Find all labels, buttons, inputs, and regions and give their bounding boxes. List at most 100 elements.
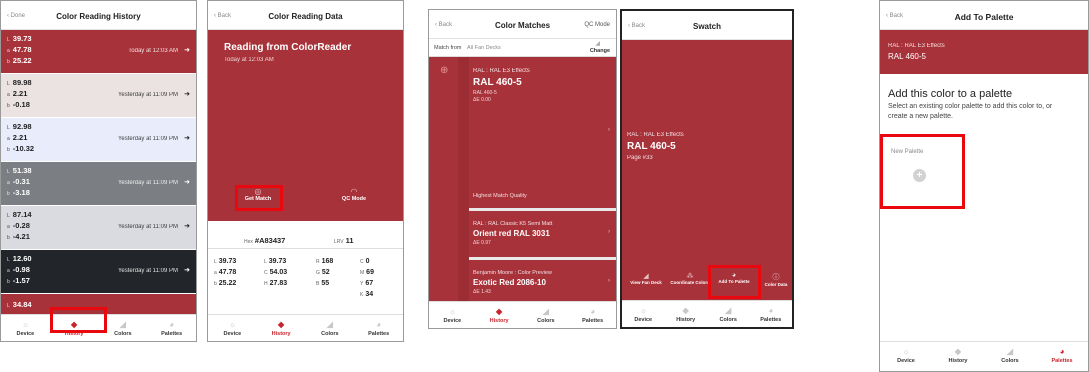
get-match-highlight (235, 185, 283, 211)
tab-label: Device (443, 318, 462, 324)
row-time: Yesterday at 11:09 PM (117, 136, 178, 142)
swatch-area: RAL : RAL E3 Effects RAL 460-5 Page #33 … (622, 40, 792, 306)
palette-icon: ◕ (376, 320, 382, 329)
coordinate-colors-button[interactable]: ⁂ Coordinate Colors (670, 272, 710, 286)
match-source: RAL : RAL E3 Effects (473, 68, 530, 74)
tab-history[interactable]: ◆ History (665, 301, 708, 327)
tab-label: History (489, 318, 509, 324)
history-row[interactable]: L 51.38 a -0.31 b -3.18 Yesterday at 11:09 PM ➜ (1, 162, 196, 205)
tab-palettes[interactable]: ◕ Palettes (147, 315, 196, 341)
view-fan-deck-button[interactable]: ◢ View Fan Deck (624, 272, 668, 285)
match-quality: Highest Match Quality (473, 193, 527, 199)
swatch-name: RAL 460-5 (627, 141, 676, 152)
tab-colors[interactable]: ◢ Colors (306, 315, 355, 341)
color-source: RAL : RAL E3 Effects (888, 43, 945, 49)
hex-value: #A83437 (254, 236, 286, 245)
tab-label: Palettes (161, 331, 183, 337)
match-item-1[interactable]: RAL : RAL E3 Effects RAL 460-5 RAL 460-5… (469, 57, 616, 208)
row-a-value: a -0.98 (7, 265, 30, 274)
match-delta-e: ΔE 1.43 (473, 289, 491, 295)
history-row[interactable]: L 39.73 a 47.78 b 25.22 Today at 12:03 AM ➜ (1, 30, 196, 73)
page-title: Color Reading Data (268, 12, 343, 21)
tab-history[interactable]: ◆ History (257, 315, 306, 341)
color-strip (458, 57, 469, 304)
tab-history[interactable]: ◆ History (932, 342, 984, 369)
sun-icon: ☼ (228, 320, 237, 329)
match-item-3[interactable]: Benjamin Moore : Color Preview Exotic Re… (469, 260, 616, 304)
row-time: Yesterday at 11:09 PM (117, 268, 178, 274)
row-b-value: b -0.18 (7, 100, 30, 109)
match-name: Exotic Red 2086-10 (473, 278, 546, 287)
match-code: RAL 460-5 (473, 90, 497, 96)
tab-label: Colors (537, 318, 555, 324)
match-delta-e: ΔE 0.00 (473, 97, 491, 103)
row-a-value: a 47.78 (7, 45, 32, 54)
value-cell: B 55 (316, 280, 330, 287)
tab-label: Palettes (760, 317, 782, 323)
value-cell: b 25.22 (214, 280, 237, 287)
divider (208, 248, 403, 249)
tab-colors[interactable]: ◢ Colors (523, 302, 570, 328)
row-a-value: a -0.31 (7, 177, 30, 186)
chevron-right-icon: › (608, 229, 610, 235)
row-a-value: a -0.28 (7, 221, 30, 230)
history-row[interactable]: L 92.98 a 2.21 b -10.32 Yesterday at 11:09 PM ➜ (1, 118, 196, 161)
chevron-right-icon: › (608, 127, 610, 133)
tab-device[interactable]: ☼ Device (1, 315, 50, 341)
row-b-value: b -1.57 (7, 276, 30, 285)
row-b-value: b -10.32 (7, 144, 35, 153)
row-b-value: b -3.18 (7, 188, 30, 197)
row-l-value: L 92.98 (7, 122, 32, 131)
swatch-source: RAL : RAL E3 Effects (627, 132, 684, 138)
info-icon: ⓘ (772, 274, 780, 281)
value-cell: L 39.73 (214, 258, 237, 265)
reading-data-screen: ‹ Back Color Reading Data Reading from C… (207, 0, 404, 342)
tab-label: Device (223, 331, 242, 337)
nav-bar: ‹ Back Color Reading Data (208, 1, 403, 30)
match-delta-e: ΔE 0.97 (473, 240, 491, 246)
fan-deck-icon: ◢ (725, 306, 732, 315)
tab-colors[interactable]: ◢ Colors (984, 342, 1036, 369)
value-cell: Y 67 (360, 280, 374, 287)
match-name: Orient red RAL 3031 (473, 229, 550, 238)
tab-device[interactable]: ☼ Device (880, 342, 932, 369)
history-row[interactable]: L 89.98 a 2.21 b -0.18 Yesterday at 11:09 PM ➜ (1, 74, 196, 117)
tab-device[interactable]: ☼ Device (429, 302, 476, 328)
palette-icon: ◕ (590, 307, 596, 316)
history-row[interactable]: L 87.14 a -0.28 b -4.21 Yesterday at 11:09 PM ➜ (1, 206, 196, 249)
layers-icon: ◆ (278, 320, 285, 329)
color-data-button[interactable]: ⓘ Color Data (758, 272, 792, 287)
match-list: ⊕ RAL : RAL E3 Effects RAL 460-5 RAL 460… (429, 57, 616, 304)
color-header: RAL : RAL E3 Effects RAL 460-5 (880, 30, 1088, 74)
tab-label: Device (897, 358, 915, 364)
tab-device[interactable]: ☼ Device (622, 301, 665, 327)
row-b-value: b 25.22 (7, 56, 32, 65)
tab-label: Colors (114, 331, 132, 337)
match-source: RAL : RAL Classic K5 Semi Matt (473, 221, 553, 227)
page-title: Add To Palette (954, 12, 1014, 22)
change-button[interactable]: Change (590, 48, 610, 54)
tab-palettes[interactable]: ◕ Palettes (1036, 342, 1088, 369)
tab-palettes[interactable]: ◕ Palettes (750, 301, 793, 327)
tab-bar: ☼ Device ◆ History ◢ Colors ◕ Palettes (208, 314, 403, 341)
tab-palettes[interactable]: ◕ Palettes (354, 315, 403, 341)
nav-bar: ‹ Back Color Matches QC Mode (429, 10, 616, 39)
row-time: Yesterday at 11:09 PM (117, 180, 178, 186)
arrow-right-icon: ➜ (184, 91, 190, 98)
match-item-2[interactable]: RAL : RAL Classic K5 Semi Matt Orient re… (469, 211, 616, 257)
history-row[interactable]: L 12.60 a -0.98 b -1.57 Yesterday at 11:09 PM ➜ (1, 250, 196, 293)
tab-device[interactable]: ☼ Device (208, 315, 257, 341)
fan-deck-icon: ◢ (542, 307, 549, 316)
tab-label: History (948, 358, 968, 364)
row-a-value: a 2.21 (7, 89, 28, 98)
layers-icon: ◆ (496, 307, 503, 316)
tab-bar: ☼ Device ◆ History ◢ Colors ◕ Palettes (880, 341, 1088, 371)
fan-deck-icon: ◢ (326, 320, 333, 329)
tab-palettes[interactable]: ◕ Palettes (569, 302, 616, 328)
sun-icon: ☼ (21, 320, 30, 329)
tab-colors[interactable]: ◢ Colors (707, 301, 750, 327)
tab-history[interactable]: ◆ History (476, 302, 523, 328)
qc-mode-link[interactable]: QC Mode (584, 22, 610, 28)
qc-mode-button[interactable]: ◠ QC Mode (330, 187, 378, 202)
value-cell: K 34 (360, 291, 374, 298)
